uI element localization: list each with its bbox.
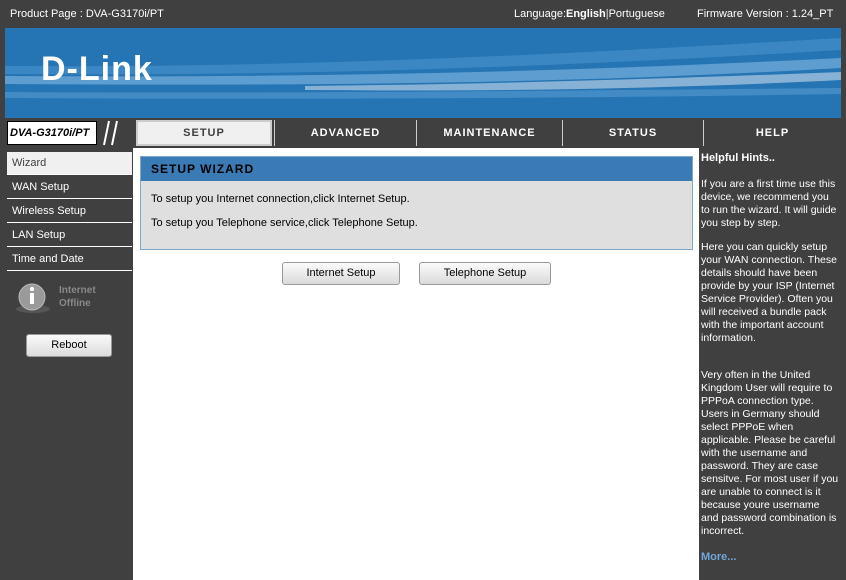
helpful-hints-panel: Helpful Hints.. If you are a first time … <box>699 148 841 580</box>
hint-paragraph-2: Here you can quickly setup your WAN conn… <box>701 241 837 344</box>
setup-wizard-panel: SETUP WIZARD To setup you Internet conne… <box>140 156 693 250</box>
hint-paragraph-3: Very often in the United Kingdom User wi… <box>701 369 839 537</box>
reboot-button[interactable]: Reboot <box>26 334 112 357</box>
language-english-link[interactable]: English <box>566 8 606 20</box>
tab-help[interactable]: HELP <box>703 120 841 146</box>
sidebar-item-wan-setup[interactable]: WAN Setup <box>7 176 132 199</box>
top-info-bar: Product Page : DVA-G3170i/PT Language:En… <box>0 0 846 28</box>
helpful-hints-title: Helpful Hints.. <box>701 152 775 164</box>
language-selector: Language:English|Portuguese <box>514 8 665 20</box>
sidebar-item-wireless-setup[interactable]: Wireless Setup <box>7 200 132 223</box>
setup-wizard-title: SETUP WIZARD <box>141 157 692 181</box>
language-label: Language: <box>514 8 566 20</box>
hint-paragraph-1: If you are a first time use this device,… <box>701 178 837 229</box>
wizard-internet-instruction: To setup you Internet connection,click I… <box>151 193 410 205</box>
dlink-logo: D-Link <box>41 50 153 88</box>
sidebar-item-time-and-date[interactable]: Time and Date <box>7 248 132 271</box>
info-icon <box>16 283 50 313</box>
wizard-telephone-instruction: To setup you Telephone service,click Tel… <box>151 217 418 229</box>
tab-advanced[interactable]: ADVANCED <box>274 120 416 146</box>
sidebar-item-lan-setup[interactable]: LAN Setup <box>7 224 132 247</box>
sidebar-item-wizard[interactable]: Wizard <box>7 152 132 175</box>
model-label: DVA-G3170i/PT <box>7 121 97 145</box>
firmware-version: Firmware Version : 1.24_PT <box>697 8 834 20</box>
frame-right <box>841 28 846 580</box>
telephone-setup-button[interactable]: Telephone Setup <box>419 262 551 285</box>
internet-status-line2: Offline <box>59 298 91 309</box>
language-portuguese-link[interactable]: Portuguese <box>609 8 665 20</box>
brand-banner: D-Link <box>5 28 841 118</box>
main-nav: DVA-G3170i/PT SETUP ADVANCED MAINTENANCE… <box>5 118 841 148</box>
product-page-label: Product Page : DVA-G3170i/PT <box>10 8 164 20</box>
internet-status-text: Internet Offline <box>59 284 96 310</box>
left-sidebar: Wizard WAN Setup Wireless Setup LAN Setu… <box>5 148 133 580</box>
tab-setup[interactable]: SETUP <box>136 120 272 146</box>
tab-maintenance[interactable]: MAINTENANCE <box>416 120 562 146</box>
tab-status[interactable]: STATUS <box>562 120 703 146</box>
model-slashes-decoration <box>103 120 118 146</box>
internet-status-line1: Internet <box>59 285 96 296</box>
more-link[interactable]: More... <box>701 551 736 564</box>
internet-setup-button[interactable]: Internet Setup <box>282 262 400 285</box>
internet-status: Internet Offline <box>13 280 123 314</box>
